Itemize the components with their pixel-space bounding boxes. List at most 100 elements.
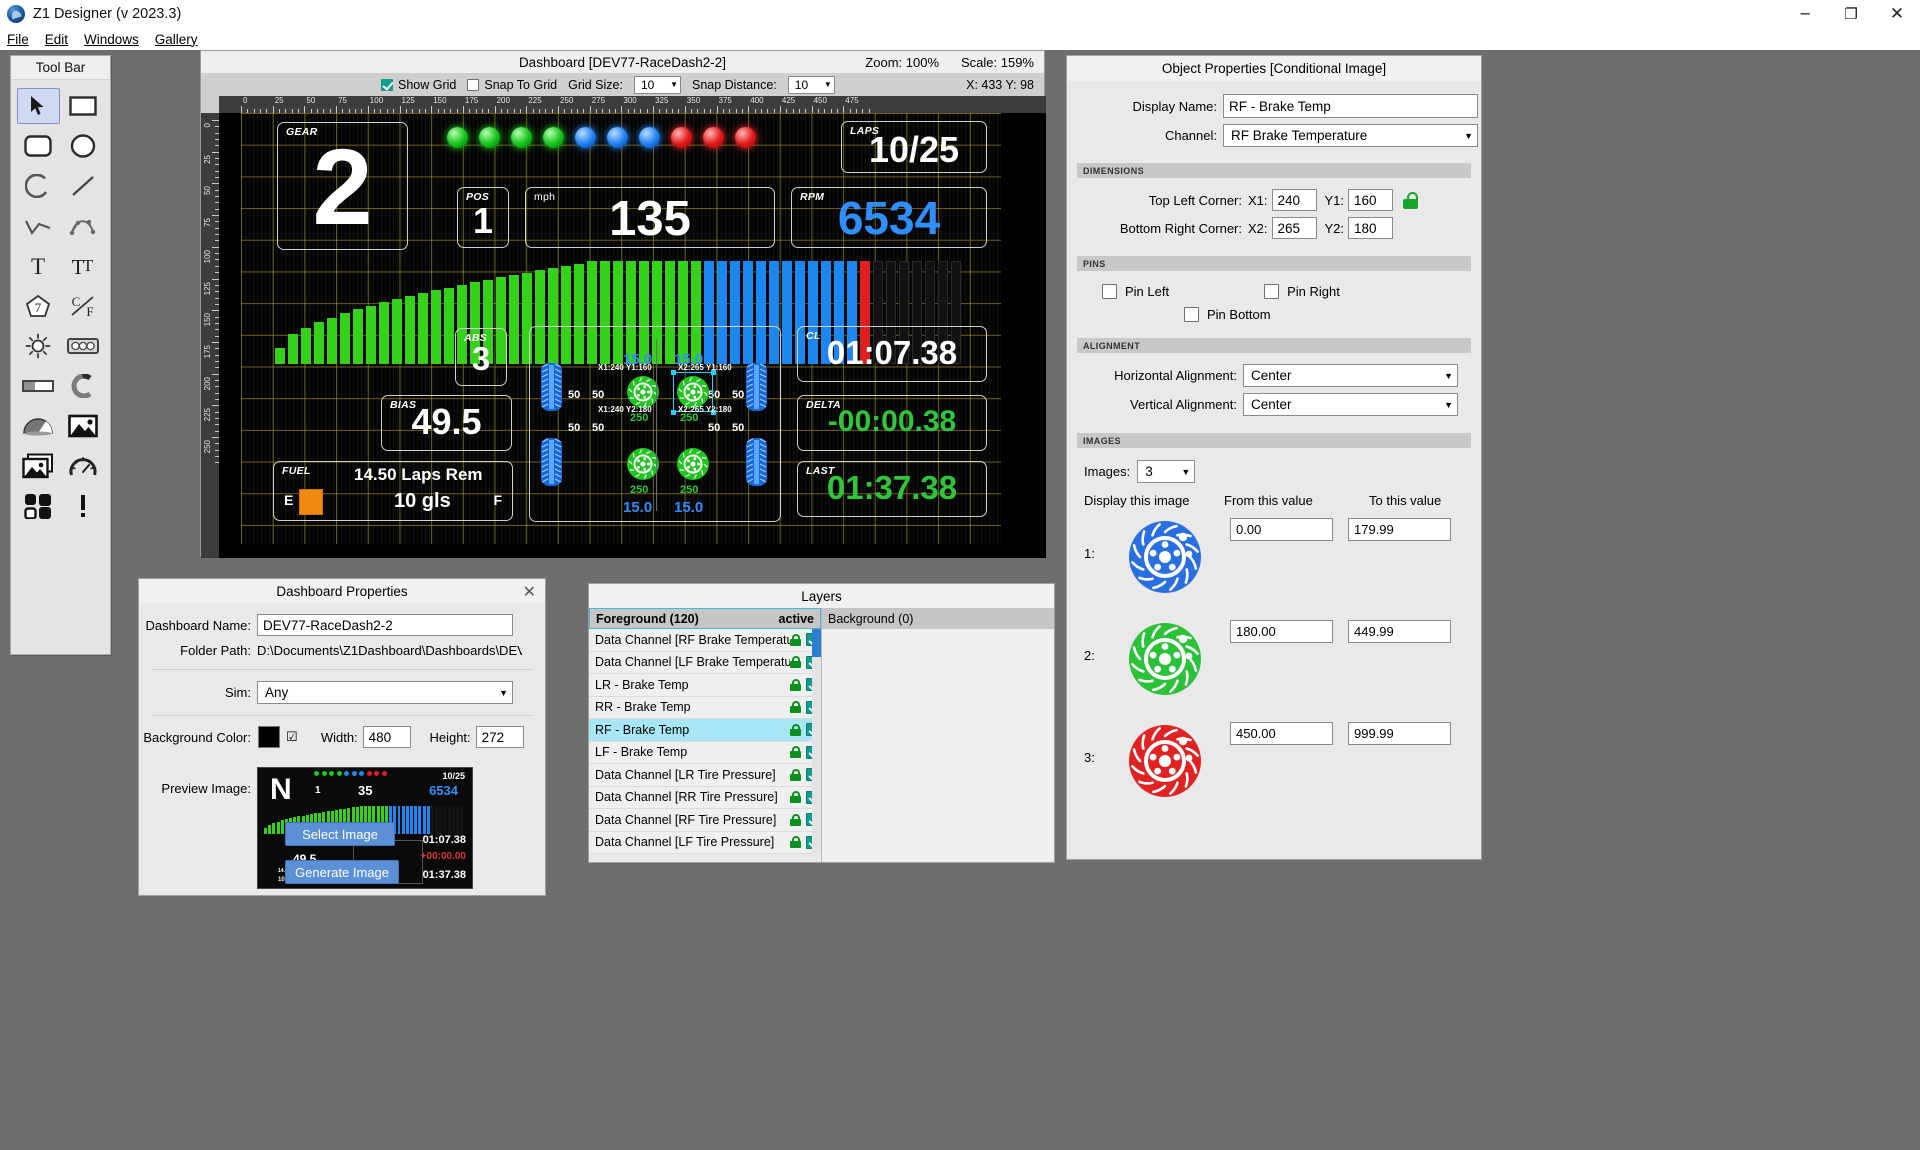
dashboard-canvas[interactable]: GEAR 2 LAPS 10/25 POS 1 mph 135 RPM 6534… <box>219 113 1046 558</box>
layer-row[interactable]: Data Channel [LR Tire Pressure] <box>589 764 821 787</box>
y2-input[interactable]: 180 <box>1348 217 1394 239</box>
background-color-swatch[interactable] <box>258 726 280 748</box>
brake-rotor-image[interactable] <box>1100 514 1230 596</box>
menu-item-gallery[interactable]: Gallery <box>155 32 208 47</box>
show-grid-checkbox[interactable]: Show Grid <box>381 78 456 92</box>
line-tool[interactable] <box>62 168 105 204</box>
led-bar-tool[interactable] <box>62 328 105 364</box>
current-lap-widget[interactable]: CL 01:07.38 <box>797 326 987 382</box>
pin-bottom-checkbox[interactable] <box>1184 307 1199 322</box>
shift-led-bar[interactable] <box>447 127 756 148</box>
rpm-widget[interactable]: RPM 6534 <box>791 187 987 248</box>
lock-icon[interactable] <box>790 836 801 849</box>
layer-row[interactable]: Data Channel [RR Tire Pressure] <box>589 786 821 809</box>
snap-distance-select[interactable]: 10 ▼ <box>787 75 835 94</box>
background-header[interactable]: Background (0) <box>822 608 1054 629</box>
image-tool[interactable] <box>62 408 105 444</box>
last-lap-widget[interactable]: LAST 01:37.38 <box>797 461 987 517</box>
pointer-tool[interactable] <box>17 88 60 124</box>
layer-row[interactable]: Data Channel [LF Tire Pressure] <box>589 831 821 854</box>
data-text-tool[interactable]: T T <box>62 248 105 284</box>
horizontal-bar-tool[interactable] <box>17 368 60 404</box>
sim-select[interactable]: Any ▼ <box>257 681 513 704</box>
lock-icon[interactable] <box>790 746 801 759</box>
grid-size-select[interactable]: 10 ▼ <box>633 75 681 94</box>
brake-rotor-image[interactable] <box>1100 616 1230 698</box>
to-value-input[interactable]: 179.99 <box>1348 518 1451 541</box>
layer-row[interactable]: RR - Brake Temp <box>589 696 821 719</box>
semicircle-gauge-tool[interactable] <box>17 408 60 444</box>
selection-handle[interactable] <box>671 370 676 375</box>
lock-icon[interactable] <box>790 791 801 804</box>
menu-item-edit[interactable]: Edit <box>45 32 78 47</box>
lock-icon[interactable] <box>790 768 801 781</box>
abs-widget[interactable]: ABS 3 <box>455 328 507 386</box>
selection-handle[interactable] <box>671 410 676 415</box>
generate-image-button[interactable]: Generate Image <box>285 860 399 884</box>
light-tool[interactable] <box>17 328 60 364</box>
rounded-rectangle-tool[interactable] <box>17 128 60 164</box>
to-value-input[interactable]: 449.99 <box>1348 620 1451 643</box>
group-tool[interactable] <box>17 488 60 524</box>
shift-indicator-tool[interactable]: 7 <box>17 288 60 324</box>
x2-input[interactable]: 265 <box>1271 217 1317 239</box>
lock-icon[interactable] <box>790 633 801 646</box>
layer-list[interactable]: Data Channel [RF Brake Temperature] Data … <box>589 629 821 854</box>
alert-tool[interactable] <box>62 488 105 524</box>
text-tool[interactable]: T <box>17 248 60 284</box>
lock-aspect-icon[interactable] <box>1403 191 1419 209</box>
pin-right-checkbox[interactable] <box>1264 284 1280 299</box>
from-value-input[interactable]: 450.00 <box>1230 722 1333 745</box>
images-count-select[interactable]: 3 ▼ <box>1137 460 1196 483</box>
gear-widget[interactable]: GEAR 2 <box>277 122 408 250</box>
from-value-input[interactable]: 0.00 <box>1230 518 1333 541</box>
lock-icon[interactable] <box>790 723 801 736</box>
speed-widget[interactable]: mph 135 <box>525 187 775 248</box>
arc-bar-tool[interactable] <box>62 368 105 404</box>
layer-row[interactable]: Data Channel [RF Brake Temperature] <box>589 629 821 652</box>
pin-left-checkbox[interactable] <box>1102 284 1117 299</box>
x1-input[interactable]: 240 <box>1271 189 1317 211</box>
tire-brake-cluster-widget[interactable]: 50 50 50 50 50 50 50 50 15.0 15.0 250 250 250 250 15.0… <box>529 326 781 522</box>
color-picker-icon[interactable]: ☑ <box>286 729 298 745</box>
select-image-button[interactable]: Select Image <box>285 822 395 846</box>
layer-row[interactable]: LR - Brake Temp <box>589 674 821 697</box>
height-input[interactable]: 272 <box>475 726 524 748</box>
bezier-curve-tool[interactable] <box>62 208 105 244</box>
channel-select[interactable]: RF Brake Temperature ▼ <box>1223 124 1478 147</box>
bias-widget[interactable]: BIAS 49.5 <box>381 395 512 451</box>
delta-widget[interactable]: DELTA -00:00.38 <box>797 395 987 451</box>
menu-item-file[interactable]: File <box>7 32 39 47</box>
dial-gauge-tool[interactable] <box>62 448 105 484</box>
layer-row[interactable]: LF - Brake Temp <box>589 741 821 764</box>
layer-row[interactable]: RF - Brake Temp <box>589 719 821 742</box>
background-layer-list[interactable] <box>822 629 1054 861</box>
brake-rotor-image[interactable] <box>1100 718 1230 800</box>
layer-row[interactable]: Data Channel [LF Brake Temperature] <box>589 651 821 674</box>
to-value-input[interactable]: 999.99 <box>1348 722 1451 745</box>
layer-row[interactable]: Data Channel [RF Tire Pressure] <box>589 809 821 832</box>
horizontal-alignment-select[interactable]: Center ▼ <box>1243 364 1458 387</box>
dashboard-name-input[interactable]: DEV77-RaceDash2-2 <box>257 614 513 636</box>
fuel-widget[interactable]: FUEL 14.50 Laps Rem E 10 gls F <box>273 461 513 521</box>
layer-scrollbar[interactable] <box>812 629 821 854</box>
position-widget[interactable]: POS 1 <box>457 187 509 248</box>
vertical-alignment-select[interactable]: Center ▼ <box>1243 393 1458 416</box>
foreground-header[interactable]: Foreground (120) active <box>589 608 821 629</box>
from-value-input[interactable]: 180.00 <box>1230 620 1333 643</box>
menu-item-windows[interactable]: Windows <box>84 32 149 47</box>
lock-icon[interactable] <box>790 813 801 826</box>
y1-input[interactable]: 160 <box>1348 189 1394 211</box>
polyline-tool[interactable] <box>17 208 60 244</box>
snap-to-grid-checkbox[interactable]: Snap To Grid <box>467 78 557 92</box>
laps-widget[interactable]: LAPS 10/25 <box>841 121 987 173</box>
maximize-button[interactable]: ❐ <box>1828 0 1874 28</box>
ellipse-tool[interactable] <box>62 128 105 164</box>
close-button[interactable]: ✕ <box>1874 0 1920 28</box>
brake-rotor-icon[interactable] <box>626 447 660 481</box>
width-input[interactable]: 480 <box>362 726 411 748</box>
conditional-image-tool[interactable] <box>17 448 60 484</box>
lock-icon[interactable] <box>790 701 801 714</box>
brake-rotor-icon[interactable] <box>626 375 660 409</box>
rectangle-outline-tool[interactable] <box>62 88 105 124</box>
